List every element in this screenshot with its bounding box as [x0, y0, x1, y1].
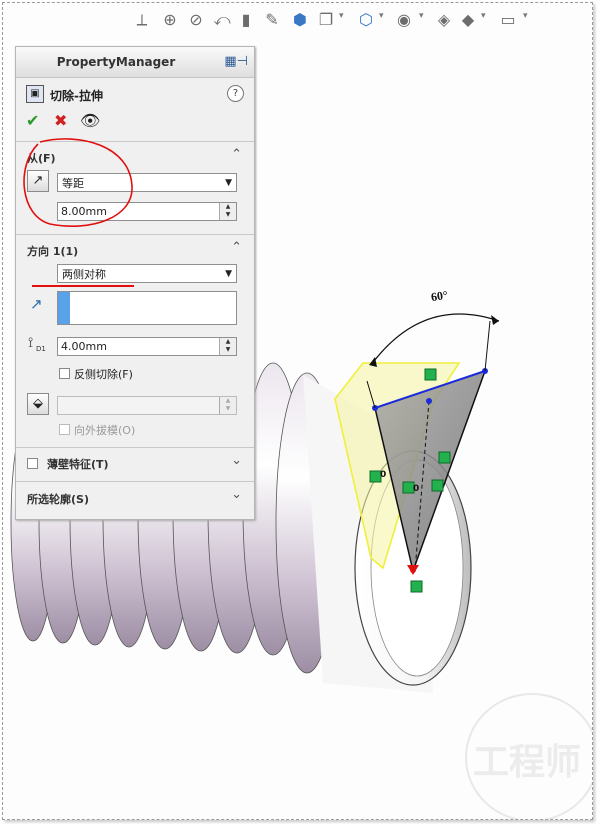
depth-field[interactable]: 4.00mm ▲ ▼	[57, 337, 237, 356]
coincident-relation-label-2: 0	[413, 484, 420, 494]
dropdown-arrow-icon: ▼	[225, 269, 232, 279]
feature-header: ▣ 切除-拉伸 ?	[26, 85, 246, 105]
dropdown-arrow-icon: ▼	[225, 178, 232, 188]
draft-toggle-icon[interactable]: ⬙	[27, 393, 49, 415]
expand-chevron-icon[interactable]: ⌄	[231, 453, 242, 468]
collapse-chevron-icon[interactable]: ⌃	[231, 147, 242, 162]
draft-outward-checkbox	[59, 424, 70, 435]
view-orientation-icon[interactable]: ⟂	[131, 8, 153, 32]
zoom-area-icon[interactable]: ⊘	[185, 8, 207, 32]
selected-contours-section: 所选轮廓(S) ⌄	[16, 481, 254, 519]
extrude-cut-feature-icon: ▣	[26, 85, 44, 103]
cancel-x-icon[interactable]: ✖	[54, 111, 67, 130]
from-section: 从(F) ⌃ ↗ 等距 ▼ 8.00mm ▲ ▼	[16, 138, 254, 234]
spin-buttons[interactable]: ▲ ▼	[219, 203, 236, 220]
red-circle-annotation	[23, 138, 133, 228]
flip-side-label: 反侧切除(F)	[74, 368, 133, 381]
pin-icon[interactable]: ▦⊣	[224, 54, 248, 69]
direction1-section-title[interactable]: 方向 1(1)	[27, 243, 78, 259]
property-manager-panel: PropertyManager ▦⊣ ▣ 切除-拉伸 ? ✔ ✖ 👁 从(F) …	[15, 46, 255, 520]
coincident-relation-label: 0	[380, 470, 387, 480]
apply-scene-icon[interactable]: ◈	[433, 8, 455, 32]
dynamic-annotation-icon[interactable]: ✎	[261, 8, 283, 32]
section-view-icon[interactable]: ▮	[235, 8, 257, 32]
display-style-icon[interactable]: ❐	[315, 8, 337, 32]
hide-show-dropdown[interactable]: ▾	[379, 11, 384, 21]
watermark-seal: 工程师	[465, 693, 592, 819]
end-condition-value: 两侧对称	[62, 268, 106, 281]
depth-icon: ⟟	[28, 335, 34, 351]
graphics-area-frame: 60° 0 0 工程师 ⟂ ⊕ ⊘ ⤺ ▮ ✎ ⬢ ❐ ▾ ⬡ ▾ ◉ ▾ ◈ …	[2, 2, 593, 820]
depth-value: 4.00mm	[61, 340, 107, 353]
heads-up-view-toolbar: ⟂ ⊕ ⊘ ⤺ ▮ ✎ ⬢ ❐ ▾ ⬡ ▾ ◉ ▾ ◈ ◆ ▾ ▭ ▾	[131, 8, 541, 36]
selected-contours-title[interactable]: 所选轮廓(S)	[27, 491, 89, 507]
previous-view-icon[interactable]: ⤺	[211, 8, 233, 32]
draft-outward-label: 向外拔模(O)	[74, 424, 136, 437]
help-icon[interactable]: ?	[227, 85, 244, 102]
spin-buttons[interactable]: ▲ ▼	[219, 338, 236, 355]
scene-dropdown[interactable]: ▾	[481, 11, 486, 21]
edit-appearance-icon[interactable]: ◉	[393, 8, 415, 32]
view-settings-dropdown[interactable]: ▾	[523, 11, 528, 21]
thin-feature-checkbox[interactable]	[27, 458, 38, 469]
depth-label: D1	[36, 345, 46, 353]
view-settings-icon[interactable]: ▭	[497, 8, 519, 32]
spin-buttons: ▲ ▼	[219, 397, 236, 414]
appearance-dropdown[interactable]: ▾	[419, 11, 424, 21]
draft-angle-field: ▲ ▼	[57, 396, 237, 415]
property-manager-title: PropertyManager	[56, 55, 176, 69]
scene-icon[interactable]: ◆	[457, 8, 479, 32]
end-condition-select[interactable]: 两侧对称 ▼	[57, 264, 237, 283]
direction-reference-list[interactable]	[57, 291, 237, 325]
display-style-dropdown[interactable]: ▾	[339, 11, 344, 21]
collapse-chevron-icon[interactable]: ⌃	[231, 240, 242, 255]
flip-side-checkbox[interactable]	[59, 368, 70, 379]
thin-feature-section: 薄壁特征(T) ⌄	[16, 447, 254, 481]
view-cube-icon[interactable]: ⬢	[289, 8, 311, 32]
thin-feature-title[interactable]: 薄壁特征(T)	[47, 456, 109, 472]
watermark-text: 工程师	[473, 741, 582, 783]
angle-dimension-label[interactable]: 60°	[430, 288, 449, 305]
ok-check-icon[interactable]: ✔	[26, 111, 39, 130]
selection-stripe	[58, 292, 70, 324]
direction-arrow-icon[interactable]: ↗	[30, 295, 43, 313]
feature-title: 切除-拉伸	[50, 89, 103, 103]
preview-eye-icon[interactable]: 👁	[80, 111, 100, 130]
property-manager-header: PropertyManager ▦⊣	[16, 47, 254, 78]
zoom-to-fit-icon[interactable]: ⊕	[159, 8, 181, 32]
hide-show-icon[interactable]: ⬡	[355, 8, 377, 32]
direction1-section: 方向 1(1) ⌃ 两侧对称 ▼ ↗ ⟟ D1 4.00mm ▲ ▼ 反侧切除(F…	[16, 234, 254, 447]
red-underline-annotation	[32, 285, 134, 287]
expand-chevron-icon[interactable]: ⌄	[231, 487, 242, 502]
